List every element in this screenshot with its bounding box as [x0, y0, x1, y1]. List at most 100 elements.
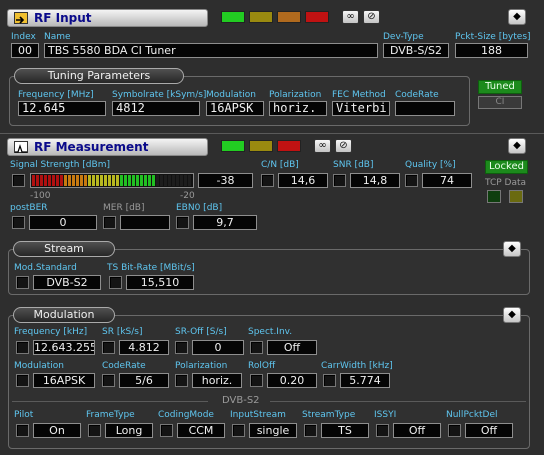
signal-segment: [180, 175, 183, 186]
mod-spect-inv-value: Off: [267, 340, 317, 355]
ebn0-checkbox[interactable]: [176, 216, 189, 229]
signal-segment: [184, 175, 187, 186]
pkt-size-label: Pckt-Size [bytes]: [455, 32, 531, 42]
frametype-label: FrameType: [86, 410, 135, 420]
signal-segment: [144, 175, 147, 186]
mod-roloff-value: 0.20: [267, 373, 317, 388]
signal-segment: [88, 175, 91, 186]
tuned-button[interactable]: Tuned: [478, 80, 522, 94]
signal-segment: [160, 175, 163, 186]
codingmode-value: CCM: [177, 423, 225, 438]
cn-checkbox[interactable]: [261, 174, 274, 187]
signal-segment: [48, 175, 51, 186]
rf-input-title: RF Input: [34, 11, 92, 25]
signal-segment: [148, 175, 151, 186]
meas-collapse-icon[interactable]: ◆: [508, 138, 526, 154]
mod-coderate-checkbox[interactable]: [102, 374, 115, 387]
status-led-orange: [277, 11, 301, 23]
tuning-symbolrate-label: Symbolrate [kSym/s]: [112, 90, 207, 100]
issyi-value: Off: [393, 423, 441, 438]
meas-link-icon[interactable]: ∞: [314, 139, 331, 153]
mod-coderate-value: 5/6: [119, 373, 169, 388]
nullpkt-checkbox[interactable]: [448, 424, 461, 437]
rf-input-titlebar[interactable]: RF Input: [7, 9, 208, 27]
mod-sr-checkbox[interactable]: [102, 341, 115, 354]
signal-segment: [44, 175, 47, 186]
mod-modulation-checkbox[interactable]: [16, 374, 29, 387]
tuning-symbolrate-value: 4812: [112, 101, 200, 116]
mod-polarization-value: horiz.: [192, 373, 242, 388]
tuning-frequency-label: Frequency [MHz]: [18, 90, 94, 100]
ci-button[interactable]: CI: [478, 96, 522, 109]
meas-led-olive: [249, 140, 273, 152]
frametype-checkbox[interactable]: [88, 424, 101, 437]
signal-scale-min: -100: [30, 191, 51, 201]
name-value: TBS 5580 BDA CI Tuner: [44, 43, 378, 58]
mod-spect-inv-checkbox[interactable]: [250, 341, 263, 354]
status-led-olive: [249, 11, 273, 23]
ts-bitrate-checkbox[interactable]: [109, 276, 122, 289]
mod-roloff-checkbox[interactable]: [250, 374, 263, 387]
mod-spect-inv-label: Spect.Inv.: [248, 327, 293, 337]
mer-checkbox[interactable]: [103, 216, 116, 229]
modulation-collapse-icon[interactable]: ◆: [503, 307, 521, 323]
mod-carrwidth-checkbox[interactable]: [323, 374, 336, 387]
codingmode-checkbox[interactable]: [160, 424, 173, 437]
link-icon[interactable]: ∞: [342, 10, 359, 24]
signal-segment: [104, 175, 107, 186]
signal-segment: [52, 175, 55, 186]
issyi-checkbox[interactable]: [376, 424, 389, 437]
tuning-fec-label: FEC Method: [332, 90, 386, 100]
mod-frequency-checkbox[interactable]: [16, 341, 29, 354]
mod-polarization-checkbox[interactable]: [175, 374, 188, 387]
locked-button[interactable]: Locked: [485, 160, 528, 174]
stream-title: Stream: [13, 241, 115, 257]
signal-segment: [152, 175, 155, 186]
modulation-title: Modulation: [13, 307, 115, 323]
rf-measurement-titlebar[interactable]: RF Measurement: [7, 138, 208, 156]
dvbs2-divider-right: [270, 401, 526, 402]
signal-segment: [56, 175, 59, 186]
inputstream-checkbox[interactable]: [232, 424, 245, 437]
mod-standard-checkbox[interactable]: [16, 276, 29, 289]
signal-segment: [120, 175, 123, 186]
signal-segment: [64, 175, 67, 186]
dev-type-label: Dev-Type: [383, 32, 424, 42]
mod-sr-off-value: 0: [192, 340, 244, 355]
quality-checkbox[interactable]: [405, 174, 418, 187]
collapse-toggle-icon[interactable]: ◆: [508, 9, 526, 25]
name-label: Name: [44, 32, 71, 42]
snr-value: 14,8: [350, 173, 400, 188]
tuning-polarization-label: Polarization: [269, 90, 322, 100]
signal-segment: [96, 175, 99, 186]
tuning-coderate-value: [395, 101, 455, 116]
meas-led-green: [221, 140, 245, 152]
streamtype-checkbox[interactable]: [304, 424, 317, 437]
mod-sr-label: SR [kS/s]: [102, 327, 143, 337]
unlink-icon[interactable]: ⊘: [363, 10, 380, 24]
cn-value: 14,6: [278, 173, 328, 188]
signal-segment: [112, 175, 115, 186]
meas-unlink-icon[interactable]: ⊘: [335, 139, 352, 153]
stream-collapse-icon[interactable]: ◆: [503, 241, 521, 257]
signal-checkbox[interactable]: [12, 174, 25, 187]
signal-segment: [84, 175, 87, 186]
signal-segment: [176, 175, 179, 186]
pilot-checkbox[interactable]: [16, 424, 29, 437]
signal-strength-meter: [30, 173, 194, 188]
signal-segment: [72, 175, 75, 186]
mod-sr-off-checkbox[interactable]: [175, 341, 188, 354]
mod-polarization-label: Polarization: [175, 361, 228, 371]
signal-segment: [76, 175, 79, 186]
ebn0-label: EBN0 [dB]: [176, 203, 223, 213]
pkt-size-value: 188: [455, 43, 528, 58]
signal-segment: [80, 175, 83, 186]
mod-sr-value: 4.812: [119, 340, 169, 355]
signal-segment: [68, 175, 71, 186]
postber-checkbox[interactable]: [12, 216, 25, 229]
codingmode-label: CodingMode: [158, 410, 214, 420]
tuning-modulation-value: 16APSK: [206, 101, 264, 116]
signal-segment: [108, 175, 111, 186]
snr-checkbox[interactable]: [333, 174, 346, 187]
signal-segment: [128, 175, 131, 186]
